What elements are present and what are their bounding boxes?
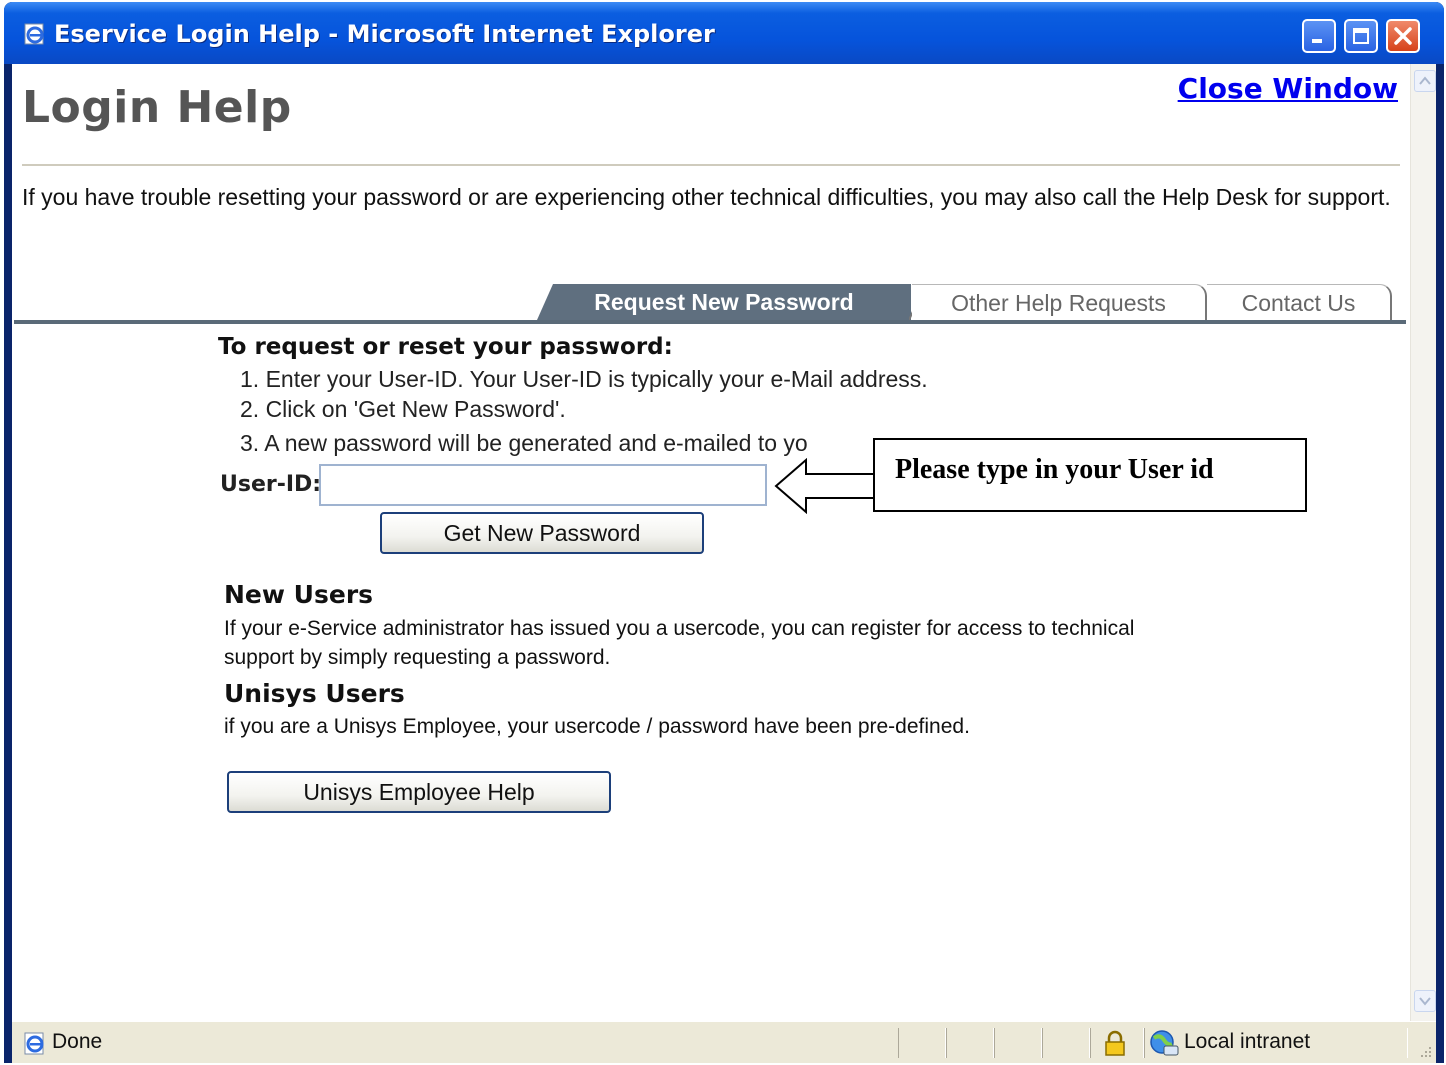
status-panel (994, 1028, 1042, 1058)
tab-strip: Request New Password Other Help Requests… (12, 284, 1410, 324)
lock-icon (1105, 1030, 1125, 1056)
intro-text: If you have trouble resetting your passw… (22, 184, 1391, 210)
minimize-button[interactable] (1302, 19, 1336, 53)
user-id-input[interactable] (319, 464, 767, 506)
close-window-link[interactable]: Close Window (1178, 72, 1398, 105)
vertical-scrollbar[interactable] (1410, 64, 1436, 1021)
callout-arrow-icon (774, 458, 885, 514)
step-item: 1. Enter your User-ID. Your User-ID is t… (240, 366, 928, 392)
ie-page-icon (24, 23, 44, 45)
status-bar: Done Local intranet (12, 1021, 1436, 1063)
window-title: Eservice Login Help - Microsoft Internet… (54, 20, 715, 48)
browser-content: Login Help Close Window If you have trou… (12, 64, 1436, 1021)
step-item: 2. Click on 'Get New Password'. (240, 396, 566, 422)
status-text: Done (52, 1030, 103, 1053)
status-panel (946, 1028, 994, 1058)
scroll-up-icon (1419, 76, 1431, 85)
tab-request-new-password[interactable]: Request New Password (537, 284, 911, 320)
user-id-label: User-ID: (220, 472, 322, 497)
close-icon (1394, 27, 1412, 45)
new-users-body: If your e-Service administrator has issu… (224, 617, 1135, 669)
new-users-title: New Users (224, 580, 374, 609)
divider (22, 164, 1400, 166)
status-panel (898, 1028, 946, 1058)
request-heading: To request or reset your password: (218, 334, 673, 360)
browser-window: Eservice Login Help - Microsoft Internet… (4, 2, 1444, 1063)
maximize-icon (1353, 28, 1369, 44)
title-bar[interactable]: Eservice Login Help - Microsoft Internet… (4, 2, 1444, 64)
scroll-down-button[interactable] (1414, 990, 1436, 1012)
get-new-password-button[interactable]: Get New Password (380, 512, 704, 554)
callout-text: Please type in your User id (895, 454, 1214, 485)
security-zone-text: Local intranet (1184, 1030, 1311, 1053)
step-item: 3. A new password will be generated and … (240, 430, 808, 456)
close-button[interactable] (1386, 19, 1420, 53)
minimize-icon (1312, 39, 1322, 43)
maximize-button[interactable] (1344, 19, 1378, 53)
ie-page-icon (24, 1032, 44, 1055)
unisys-users-body: if you are a Unisys Employee, your userc… (224, 715, 970, 738)
status-panel (1042, 1028, 1090, 1058)
page-title: Login Help (22, 82, 292, 133)
tab-contact-us[interactable]: Contact Us (1207, 284, 1392, 320)
callout-box: Please type in your User id (873, 438, 1307, 512)
tab-underline (14, 320, 1406, 324)
unisys-employee-help-button[interactable]: Unisys Employee Help (227, 771, 611, 813)
local-intranet-icon (1150, 1030, 1179, 1056)
scroll-down-icon (1419, 997, 1431, 1006)
resize-grip-icon[interactable] (1416, 1042, 1434, 1060)
tab-other-help-requests[interactable]: Other Help Requests (912, 284, 1207, 320)
scroll-up-button[interactable] (1414, 70, 1436, 92)
unisys-users-title: Unisys Users (224, 679, 405, 708)
